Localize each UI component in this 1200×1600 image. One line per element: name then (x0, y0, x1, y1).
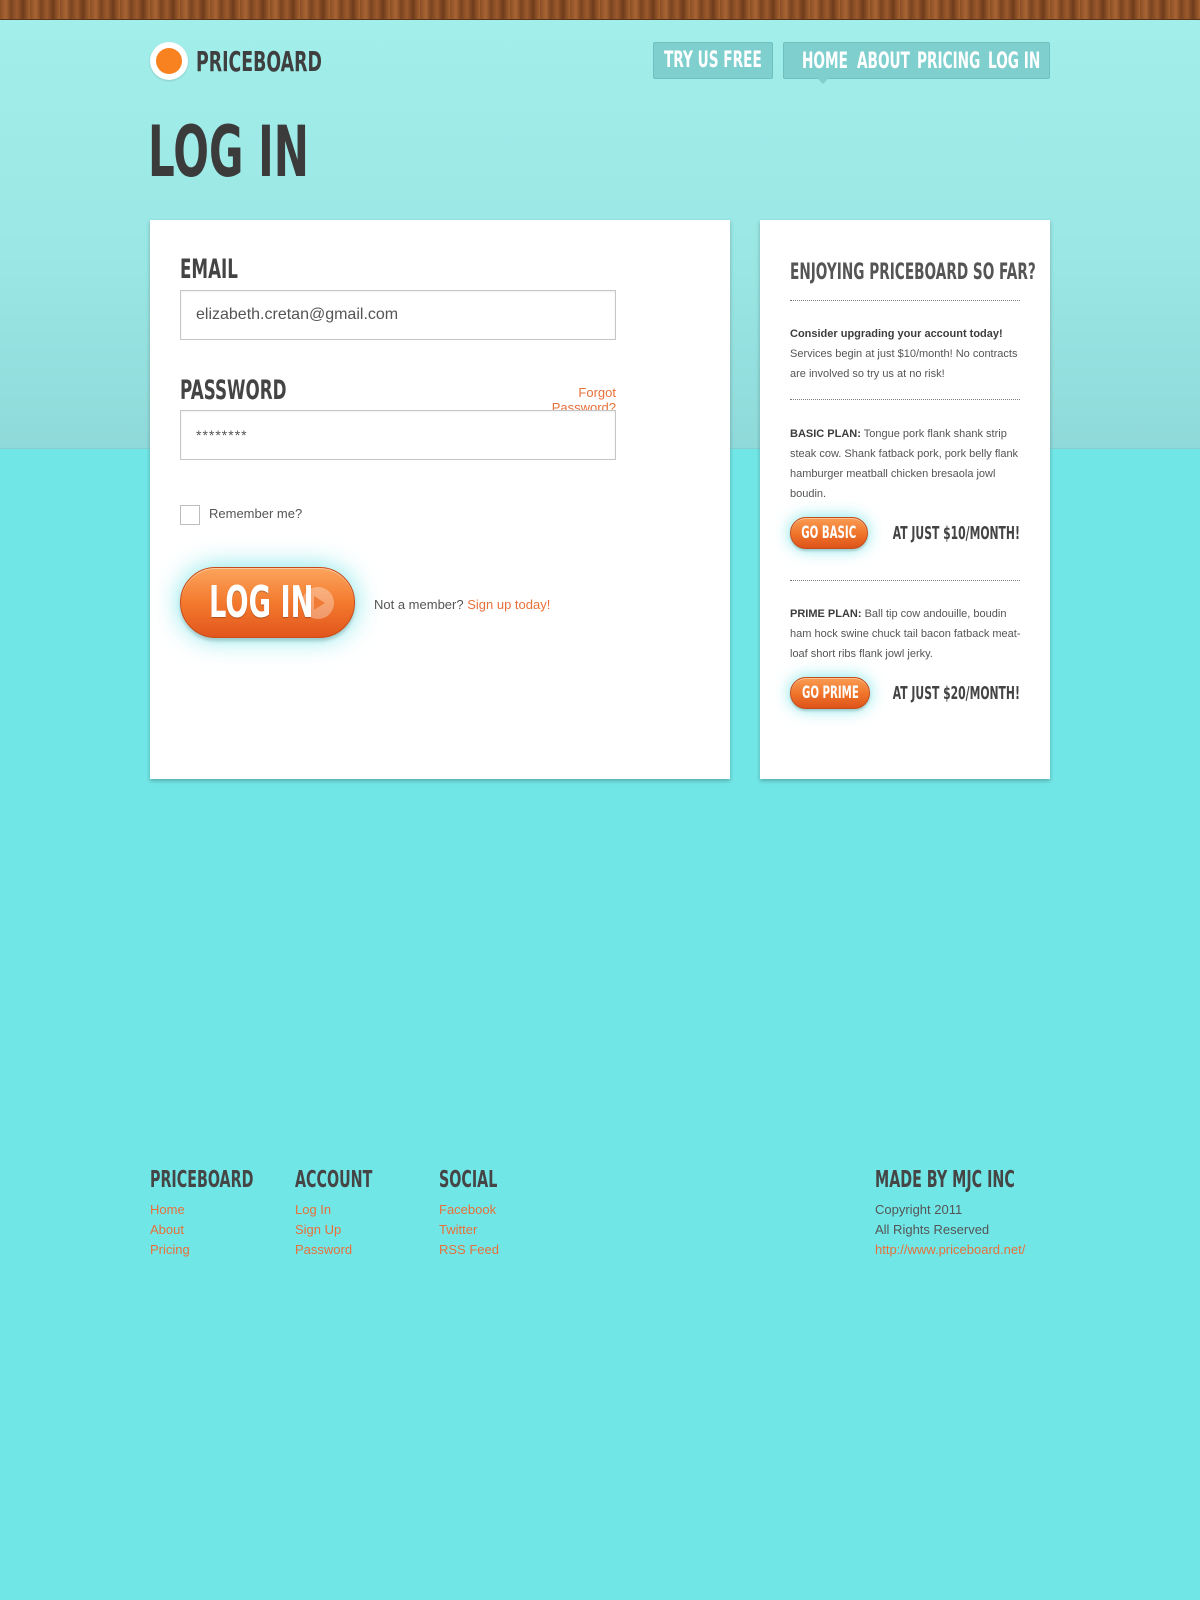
footer-heading: PRICEBOARD (150, 1167, 254, 1193)
divider (790, 580, 1020, 581)
footer-heading: MADE BY MJC INC (875, 1167, 1015, 1193)
not-member-text: Not a member? (374, 597, 464, 612)
logo-text: PRICEBOARD (196, 44, 322, 78)
footer-link-signup[interactable]: Sign Up (295, 1220, 420, 1240)
footer-col-madeby: MADE BY MJC INC Copyright 2011 All Right… (875, 1166, 1100, 1260)
basic-price: AT JUST $10/MONTH! (892, 522, 1020, 544)
prime-price: AT JUST $20/MONTH! (892, 682, 1020, 704)
footer-link-twitter[interactable]: Twitter (439, 1220, 533, 1240)
footer-col-social: SOCIAL Facebook Twitter RSS Feed (439, 1166, 533, 1260)
login-button[interactable]: LOG IN (180, 567, 355, 638)
footer-link-pricing[interactable]: Pricing (150, 1240, 317, 1260)
nav-login[interactable]: LOG IN (988, 43, 1072, 80)
footer-heading: ACCOUNT (295, 1167, 373, 1193)
nav-pricing-label: PRICING (917, 49, 981, 74)
login-card: EMAIL elizabeth.cretan@gmail.com PASSWOR… (150, 220, 730, 779)
wood-top-strip (0, 0, 1200, 20)
footer-link-facebook[interactable]: Facebook (439, 1200, 533, 1220)
divider (790, 300, 1020, 301)
login-button-label: LOG IN (209, 577, 314, 628)
footer-link-rss[interactable]: RSS Feed (439, 1240, 533, 1260)
signup-link[interactable]: Sign up today! (467, 597, 550, 612)
footer-col-account: ACCOUNT Log In Sign Up Password (295, 1166, 420, 1260)
nav-active-caret-icon (817, 78, 829, 84)
copyright-text: Copyright 2011 (875, 1202, 963, 1217)
footer-link-home[interactable]: Home (150, 1200, 317, 1220)
remember-label: Remember me? (209, 506, 303, 521)
try-us-free-label: TRY US FREE (664, 48, 762, 73)
email-field[interactable]: elizabeth.cretan@gmail.com (180, 290, 616, 340)
nav-login-label: LOG IN (988, 49, 1041, 74)
logo[interactable]: PRICEBOARD (150, 42, 399, 80)
footer-link-login[interactable]: Log In (295, 1200, 420, 1220)
play-arrow-icon (302, 587, 334, 619)
footer-link-about[interactable]: About (150, 1220, 317, 1240)
prime-plan-text: PRIME PLAN: Ball tip cow andouille, boud… (790, 608, 1021, 660)
nav-home-label: HOME (802, 49, 848, 74)
page-title: LOG IN (148, 111, 416, 193)
password-field[interactable]: ******** (180, 410, 616, 460)
footer-site-link[interactable]: http://www.priceboard.net/ (875, 1240, 1100, 1260)
upgrade-text: Consider upgrading your account today! S… (790, 328, 1018, 380)
footer-col-priceboard: PRICEBOARD Home About Pricing (150, 1166, 317, 1260)
footer-link-password[interactable]: Password (295, 1240, 420, 1260)
nav-about-label: ABOUT (857, 49, 910, 74)
password-label: PASSWORD (180, 374, 287, 406)
try-us-free-button[interactable]: TRY US FREE (653, 42, 773, 79)
footer-heading: SOCIAL (439, 1167, 498, 1193)
email-label: EMAIL (180, 253, 238, 285)
main-nav: HOME ABOUT PRICING LOG IN (783, 42, 1050, 79)
upgrade-sidebar: ENJOYING PRICEBOARD SO FAR? Consider upg… (760, 220, 1050, 779)
basic-plan-text: BASIC PLAN: Tongue pork flank shank stri… (790, 428, 1019, 500)
page-title-text: LOG IN (148, 111, 309, 193)
sidebar-title: ENJOYING PRICEBOARD SO FAR? (790, 259, 1036, 285)
signup-prompt: Not a member? Sign up today! (374, 597, 550, 612)
remember-checkbox[interactable] (180, 505, 200, 525)
divider (790, 399, 1020, 400)
rights-text: All Rights Reserved (875, 1222, 990, 1237)
logo-circle-icon (150, 42, 188, 80)
